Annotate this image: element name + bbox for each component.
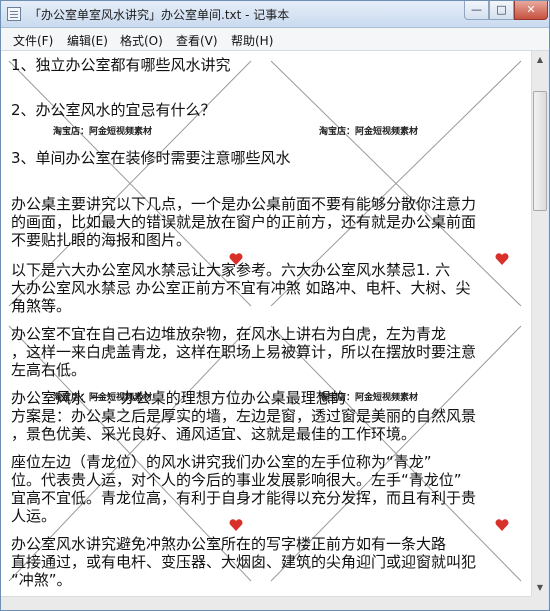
heart-icon xyxy=(495,253,509,265)
text-line: ，这样一来白虎盖青龙，这样在职场上易被算计，所以在摆放时要注意 xyxy=(11,343,477,361)
text-line: 办公室不宜在自己右边堆放杂物，在风水上讲右为白虎，左为青龙 xyxy=(11,325,447,343)
text-line: ，景色优美、采光良好、通风适宜、这就是最佳的工作环境。 xyxy=(11,425,417,443)
text-line: 左高右低。 xyxy=(11,361,87,379)
menu-help[interactable]: 帮助(H) xyxy=(231,32,273,49)
watermark-text: 淘宝店：阿金短视频素材 xyxy=(319,127,419,137)
title-bar[interactable]: 「办公室单室风水讲究」办公室单间.txt - 记事本 — □ ✕ xyxy=(1,1,549,28)
text-line: 角煞等。 xyxy=(11,297,72,315)
heart-icon xyxy=(495,519,509,531)
maximize-button[interactable]: □ xyxy=(489,1,514,20)
text-line: 座位左边（青龙位）的风水讲究我们办公室的左手位称为“青龙” xyxy=(11,453,432,471)
heart-icon xyxy=(229,253,243,265)
horizontal-scrollbar[interactable] xyxy=(1,596,531,610)
text-line: 3、单间办公室在装修时需要注意哪些风水 xyxy=(11,149,291,167)
menu-edit[interactable]: 编辑(E) xyxy=(67,32,108,49)
resize-grip[interactable] xyxy=(531,596,548,610)
text-line: 办公室风水讲究避免冲煞办公室所在的写字楼正前方如有一条大路 xyxy=(11,535,447,553)
text-line: 办公室风水 一：办公桌的理想方位办公桌最理想的 xyxy=(11,389,346,407)
text-line: 1、独立办公室都有哪些风水讲究 xyxy=(11,56,231,74)
text-line: 2、办公室风水的宜忌有什么？ xyxy=(11,101,216,119)
watermark-text: 淘宝店：阿金短视频素材 xyxy=(53,127,153,137)
text-line: 宜高不宜低。青龙位高，有利于自身才能得以充分发挥，而且有利于贵 xyxy=(11,489,477,507)
menu-format[interactable]: 格式(O) xyxy=(120,32,163,49)
text-area[interactable]: 淘宝店：阿金短视频素材 淘宝店：阿金短视频素材 淘宝店：阿金短视频素材 淘宝店：… xyxy=(1,51,531,596)
notepad-icon xyxy=(7,7,21,21)
text-line: 办公桌主要讲究以下几点，一个是办公桌前面不要有能够分散你注意力 xyxy=(11,195,477,213)
heart-icon xyxy=(229,519,243,531)
menu-bar: 文件(F) 编辑(E) 格式(O) 查看(V) 帮助(H) xyxy=(1,28,549,51)
text-line: “冲煞”。 xyxy=(11,571,72,589)
notepad-window: 「办公室单室风水讲究」办公室单间.txt - 记事本 — □ ✕ 文件(F) 编… xyxy=(0,0,550,611)
text-line: 不要贴扎眼的海报和图片。 xyxy=(11,231,192,249)
text-line: 大办公室风水禁忌 办公室正前方不宜有冲煞 如路冲、电杆、大树、尖 xyxy=(11,279,471,297)
window-title: 「办公室单室风水讲究」办公室单间.txt - 记事本 xyxy=(29,8,290,22)
menu-view[interactable]: 查看(V) xyxy=(176,32,218,49)
text-line: 直接通过，或有电杆、变压器、大烟囱、建筑的尖角迎门或迎窗就叫犯 xyxy=(11,553,477,571)
close-button[interactable]: ✕ xyxy=(514,1,548,20)
scroll-up-icon[interactable]: ▲ xyxy=(532,51,548,68)
menu-file[interactable]: 文件(F) xyxy=(13,32,53,49)
text-line: 位。代表贵人运，对个人的今后的事业发展影响很大。左手“青龙位” xyxy=(11,471,462,489)
scroll-thumb[interactable] xyxy=(533,91,547,211)
vertical-scrollbar[interactable]: ▲ ▼ xyxy=(531,51,548,596)
text-line: 方案是：办公桌之后是厚实的墙，左边是窗，透过窗是美丽的自然风景 xyxy=(11,407,477,425)
text-line: 人运。 xyxy=(11,507,57,525)
minimize-button[interactable]: — xyxy=(464,1,489,20)
scroll-down-icon[interactable]: ▼ xyxy=(532,579,548,596)
text-line: 的画面，比如最大的错误就是放在窗户的正前方，还有就是办公桌前面 xyxy=(11,213,477,231)
